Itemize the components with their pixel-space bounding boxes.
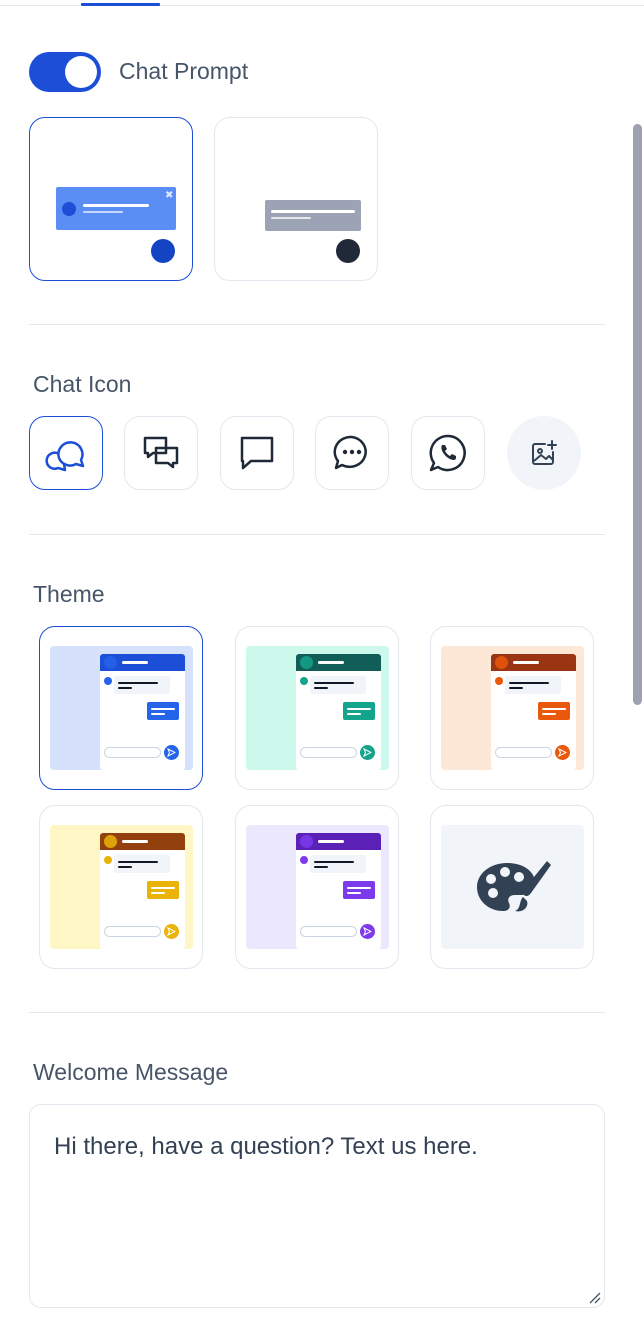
chat-boxes-icon [143, 436, 179, 469]
theme-preview-header [491, 654, 576, 671]
theme-preview-input [104, 747, 161, 758]
theme-preview-incoming-message [505, 676, 561, 694]
theme-preview-title-line [318, 661, 344, 664]
section-divider [29, 1012, 605, 1013]
theme-preview-input [104, 926, 161, 937]
svg-text:✖: ✖ [165, 190, 173, 201]
upload-image-icon [532, 440, 557, 465]
theme-preview-outgoing-message [343, 881, 375, 899]
welcome-message-label: Welcome Message [33, 1059, 229, 1085]
palette-icon [476, 861, 551, 912]
active-tab-indicator [81, 3, 160, 6]
chat-dots-icon [333, 435, 367, 470]
theme-preview-bot-dot [300, 677, 308, 685]
theme-option-purple[interactable] [235, 805, 399, 969]
theme-preview-outgoing-message [343, 702, 375, 720]
theme-preview-avatar [300, 835, 313, 848]
theme-preview-window [296, 833, 381, 949]
theme-preview-incoming-message [114, 676, 170, 694]
section-divider [29, 324, 605, 325]
theme-label: Theme [33, 581, 105, 607]
theme-preview-window [100, 833, 185, 949]
theme-preview-send-icon [164, 745, 179, 760]
welcome-message-textarea[interactable]: Hi there, have a question? Text us here. [29, 1104, 605, 1308]
theme-preview-header [100, 654, 185, 671]
theme-preview-outgoing-message [538, 702, 570, 720]
theme-preview-send-icon [360, 924, 375, 939]
theme-preview-send-icon [555, 745, 570, 760]
theme-preview-window [491, 654, 576, 770]
theme-option-amber[interactable] [39, 805, 203, 969]
theme-preview-header [296, 833, 381, 850]
theme-preview-title-line [513, 661, 539, 664]
prompt-style-banner-minimal[interactable] [214, 117, 378, 281]
theme-option-orange[interactable] [430, 626, 594, 790]
theme-preview-window [100, 654, 185, 770]
theme-option-custom[interactable] [430, 805, 594, 969]
theme-preview-title-line [122, 661, 148, 664]
toggle-knob [65, 56, 97, 88]
theme-option-teal[interactable] [235, 626, 399, 790]
scrollbar-thumb[interactable] [633, 124, 642, 705]
theme-preview-incoming-message [310, 855, 366, 873]
theme-preview-title-line [122, 840, 148, 843]
prompt-style-banner-with-close[interactable]: ✖ [29, 117, 193, 281]
prompt-style-preview [265, 200, 361, 263]
theme-preview-input [495, 747, 552, 758]
theme-preview-bot-dot [300, 856, 308, 864]
theme-preview-input [300, 926, 357, 937]
theme-preview-header [296, 654, 381, 671]
theme-preview-bot-dot [104, 856, 112, 864]
chat-prompt-label: Chat Prompt [119, 58, 249, 84]
whatsapp-icon [429, 434, 466, 472]
custom-theme-preview [441, 825, 584, 949]
theme-preview-incoming-message [114, 855, 170, 873]
chat-bubbles-icon [45, 441, 85, 472]
theme-preview-header [100, 833, 185, 850]
section-divider [29, 534, 605, 535]
theme-preview-avatar [104, 835, 117, 848]
upload-custom-icon-button[interactable] [507, 416, 581, 490]
theme-preview-window [296, 654, 381, 770]
theme-preview-send-icon [360, 745, 375, 760]
chat-icon-option-dots[interactable] [315, 416, 389, 490]
tab-underline-bar [0, 3, 644, 6]
theme-preview-avatar [495, 656, 508, 669]
theme-preview-incoming-message [310, 676, 366, 694]
chat-square-icon [240, 436, 274, 470]
theme-option-blue[interactable] [39, 626, 203, 790]
theme-preview-bot-dot [104, 677, 112, 685]
chat-icon-option-boxes[interactable] [124, 416, 198, 490]
welcome-message-text: Hi there, have a question? Text us here. [54, 1133, 478, 1160]
resize-handle-icon[interactable] [587, 1290, 601, 1304]
chat-prompt-toggle[interactable] [29, 52, 101, 92]
chat-icon-option-square[interactable] [220, 416, 294, 490]
theme-preview-avatar [104, 656, 117, 669]
theme-preview-outgoing-message [147, 881, 179, 899]
theme-preview-outgoing-message [147, 702, 179, 720]
chat-icon-option-whatsapp[interactable] [411, 416, 485, 490]
theme-preview-title-line [318, 840, 344, 843]
theme-preview-bot-dot [495, 677, 503, 685]
theme-preview-avatar [300, 656, 313, 669]
chat-icon-label: Chat Icon [33, 371, 132, 397]
theme-preview-send-icon [164, 924, 179, 939]
prompt-style-preview: ✖ [56, 187, 176, 263]
theme-preview-input [300, 747, 357, 758]
chat-icon-option-bubbles[interactable] [29, 416, 103, 490]
